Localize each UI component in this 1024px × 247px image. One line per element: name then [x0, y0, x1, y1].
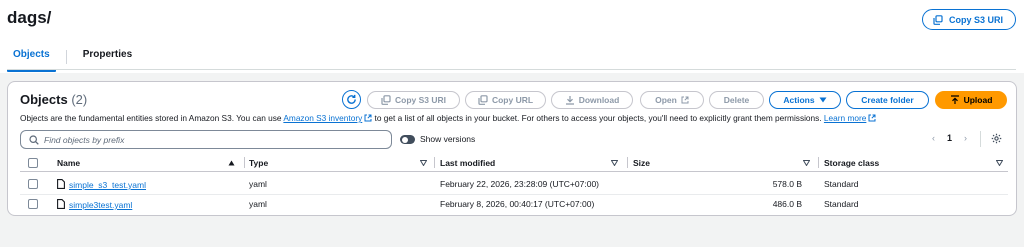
column-header-type[interactable]: Type: [249, 158, 268, 168]
copy-s3-uri-button[interactable]: Copy S3 URI: [367, 91, 460, 109]
object-last-modified: February 8, 2026, 00:40:17 (UTC+07:00): [440, 199, 595, 209]
tab-objects[interactable]: Objects: [7, 46, 56, 72]
objects-panel-title: Objects (2): [20, 92, 87, 107]
delete-label: Delete: [723, 95, 750, 105]
column-header-size[interactable]: Size: [633, 158, 650, 168]
object-type: yaml: [249, 199, 267, 209]
show-versions-label: Show versions: [420, 134, 476, 144]
download-label: Download: [578, 95, 620, 105]
row-checkbox[interactable]: [28, 179, 38, 189]
upload-icon: [950, 95, 959, 104]
amazon-s3-inventory-link[interactable]: Amazon S3 inventory: [283, 113, 362, 123]
copy-icon: [933, 14, 943, 25]
object-storage-class: Standard: [824, 179, 859, 189]
object-name-link[interactable]: simple3test.yaml: [69, 200, 132, 210]
copy-icon: [381, 95, 391, 105]
search-placeholder: Find objects by prefix: [44, 134, 125, 145]
object-type: yaml: [249, 179, 267, 189]
column-header-last-modified[interactable]: Last modified: [440, 158, 495, 168]
upload-label: Upload: [963, 95, 993, 105]
download-button[interactable]: Download: [551, 91, 633, 109]
row-checkbox[interactable]: [28, 199, 38, 209]
external-link-icon: [868, 114, 876, 122]
create-folder-label: Create folder: [861, 95, 914, 105]
column-divider: [818, 157, 819, 168]
description-text-middle: to get a list of all objects in your buc…: [372, 113, 824, 123]
page-header: dags/ Copy S3 URI Objects Properties: [0, 0, 1024, 73]
objects-count: (2): [71, 92, 88, 107]
external-link-icon: [681, 96, 689, 104]
objects-description: Objects are the fundamental entities sto…: [20, 113, 876, 123]
file-icon: [57, 199, 65, 209]
sort-icon[interactable]: [420, 160, 427, 166]
copy-icon: [478, 95, 488, 105]
learn-more-link[interactable]: Learn more: [824, 113, 866, 123]
column-divider: [244, 157, 245, 168]
tab-bar: Objects Properties: [7, 46, 138, 72]
copy-url-button[interactable]: Copy URL: [465, 91, 546, 109]
current-page[interactable]: 1: [947, 133, 952, 143]
tab-properties[interactable]: Properties: [77, 46, 138, 68]
sort-icon[interactable]: [996, 160, 1003, 166]
object-name-link[interactable]: simple_s3_test.yaml: [69, 180, 146, 190]
copy-s3-uri-label: Copy S3 URI: [394, 95, 446, 105]
tab-underline: [7, 69, 1016, 70]
refresh-button[interactable]: [342, 90, 361, 109]
objects-title-text: Objects: [20, 92, 68, 107]
copy-s3-uri-header-button[interactable]: Copy S3 URI: [921, 9, 1016, 30]
copy-url-label: Copy URL: [491, 95, 534, 105]
column-divider: [434, 157, 435, 168]
open-label: Open: [655, 95, 677, 105]
refresh-icon: [347, 94, 356, 104]
sort-ascending-icon[interactable]: [228, 160, 235, 166]
column-header-storage-class[interactable]: Storage class: [824, 158, 879, 168]
table-row[interactable]: simple_s3_test.yaml yaml February 22, 20…: [20, 174, 1008, 194]
copy-s3-uri-header-label: Copy S3 URI: [948, 14, 1003, 25]
sort-icon[interactable]: [803, 160, 810, 166]
pagination: ‹ 1 ›: [932, 133, 967, 143]
show-versions-toggle[interactable]: [400, 135, 415, 144]
open-button[interactable]: Open: [640, 91, 704, 109]
upload-button[interactable]: Upload: [935, 91, 1007, 109]
table-header: Name Type Last modified Size Storage cla…: [20, 155, 1008, 172]
description-text-start: Objects are the fundamental entities sto…: [20, 113, 284, 123]
object-last-modified: February 22, 2026, 23:28:09 (UTC+07:00): [440, 179, 599, 189]
pagination-divider: [980, 131, 981, 147]
page-title: dags/: [7, 8, 52, 27]
objects-panel: Objects (2) Copy S3 URI Copy URL Downloa…: [7, 81, 1017, 216]
column-header-name[interactable]: Name: [57, 158, 80, 168]
search-input[interactable]: Find objects by prefix: [20, 130, 392, 149]
next-page-icon[interactable]: ›: [964, 133, 967, 143]
create-folder-button[interactable]: Create folder: [846, 91, 929, 109]
caret-down-icon: [819, 97, 827, 103]
prev-page-icon[interactable]: ‹: [932, 133, 935, 143]
object-size: 578.0 B: [772, 179, 802, 189]
search-icon: [29, 134, 39, 145]
download-icon: [565, 96, 574, 105]
actions-dropdown[interactable]: Actions: [769, 91, 841, 109]
select-all-checkbox[interactable]: [28, 158, 38, 168]
actions-label: Actions: [783, 95, 815, 105]
column-divider: [627, 157, 628, 168]
sort-icon[interactable]: [611, 160, 618, 166]
object-size: 486.0 B: [772, 199, 802, 209]
object-storage-class: Standard: [824, 199, 859, 209]
tab-divider: [65, 50, 67, 64]
file-icon: [57, 179, 65, 189]
gear-icon[interactable]: [991, 133, 1002, 144]
delete-button[interactable]: Delete: [709, 91, 764, 109]
table-row[interactable]: simple3test.yaml yaml February 8, 2026, …: [20, 194, 1008, 214]
